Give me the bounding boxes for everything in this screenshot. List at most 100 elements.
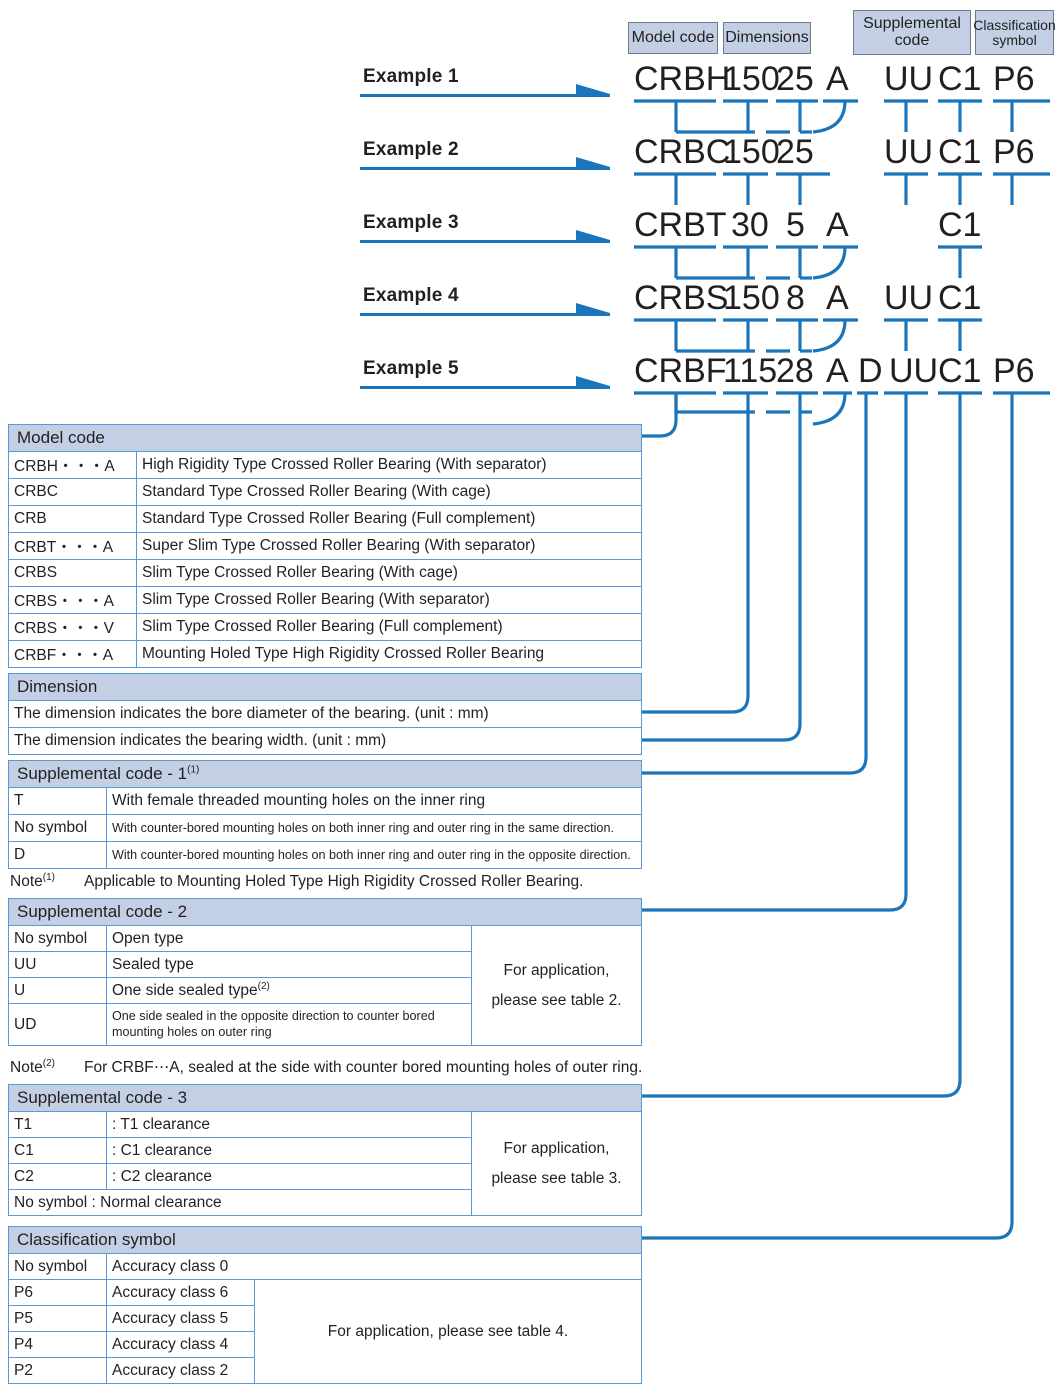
- model-desc-cell: Slim Type Crossed Roller Bearing (With c…: [136, 559, 642, 587]
- example-code-dim2-5: 28: [776, 352, 814, 390]
- model-code-cell: CRBS・・・A: [8, 586, 137, 614]
- sup1-desc-cell: With counter-bored mounting holes on bot…: [106, 841, 642, 869]
- example-arrow-head-1: [576, 84, 610, 94]
- model-code-cell: CRBH・・・A: [8, 451, 137, 479]
- sup3-side-note: For application, please see table 3.: [471, 1111, 642, 1216]
- sup2-desc-cell: Open type: [106, 925, 472, 952]
- example-code-sup3-3: C1: [938, 206, 982, 244]
- header-box-model-code: Model code: [628, 22, 718, 54]
- table-row: No symbol Open type For application, ple…: [8, 925, 642, 1046]
- note-text: For CRBF⋯A, sealed at the side with coun…: [84, 1059, 643, 1077]
- sup2-desc-cell: Sealed type: [106, 951, 472, 978]
- table-row: CRBF・・・A Mounting Holed Type High Rigidi…: [8, 640, 642, 668]
- table-title: Supplemental code - 3: [8, 1084, 642, 1112]
- model-code-cell: CRB: [8, 505, 137, 533]
- table-title: Classification symbol: [8, 1226, 642, 1254]
- example-code-model-5: CRBF: [634, 352, 727, 390]
- footnote-marker: (2): [257, 980, 270, 992]
- table-header-row: Classification symbol: [8, 1226, 642, 1254]
- example-code-sup3-1: C1: [938, 60, 982, 98]
- example-code-dim1-1: 150: [723, 60, 780, 98]
- example-code-sup1-4: A: [826, 279, 849, 317]
- cls-code-cell: P6: [8, 1279, 107, 1306]
- note-label-text: Note: [10, 1059, 43, 1077]
- example-code-dim1-4: 150: [723, 279, 780, 317]
- example-code-dim2-1: 25: [776, 60, 814, 98]
- model-desc-cell: Slim Type Crossed Roller Bearing (With s…: [136, 586, 642, 614]
- table-title: Supplemental code - 1(1): [8, 760, 642, 788]
- example-arrow-head-3: [576, 230, 610, 240]
- table-row: No symbol With counter-bored mounting ho…: [8, 814, 642, 842]
- header-label: Model code: [631, 28, 715, 46]
- sup2-code-cell: U: [8, 977, 107, 1004]
- sup3-code-desc-cell: No symbol : Normal clearance: [8, 1189, 472, 1216]
- example-arrow-line-1: [360, 94, 610, 97]
- table-row: T With female threaded mounting holes on…: [8, 787, 642, 815]
- example-code-model-4: CRBS: [634, 279, 729, 317]
- sup3-code-cell: T1: [8, 1111, 107, 1138]
- model-code-cell: CRBT・・・A: [8, 532, 137, 560]
- model-desc-cell: High Rigidity Type Crossed Roller Bearin…: [136, 451, 642, 479]
- side-note-line-1: For application,: [503, 962, 610, 980]
- table-title-text: Supplemental code - 1: [17, 764, 188, 783]
- sup3-desc-cell: : T1 clearance: [106, 1111, 472, 1138]
- cls-desc-cell: Accuracy class 5: [106, 1305, 255, 1332]
- sup3-desc-text: : Normal clearance: [91, 1193, 222, 1211]
- table-header-row: Supplemental code - 1(1): [8, 760, 642, 788]
- example-arrow-line-5: [360, 386, 610, 389]
- header-box-classification-symbol: Classification symbol: [973, 10, 1056, 55]
- model-code-cell: CRBS・・・V: [8, 613, 137, 641]
- part-number-designation-diagram: Model code Dimensions Supplemental code …: [0, 0, 1060, 1389]
- example-arrow-line-4: [360, 313, 610, 316]
- sup1-code-cell: No symbol: [8, 814, 107, 842]
- table-title: Model code: [8, 424, 642, 452]
- note-label: Note(1): [10, 872, 84, 891]
- table-title: Dimension: [8, 673, 642, 701]
- example-arrow-line-3: [360, 240, 610, 243]
- supplemental-code-1-table: Supplemental code - 1(1) T With female t…: [8, 760, 642, 869]
- cls-desc-cell: Accuracy class 2: [106, 1357, 255, 1384]
- sup2-desc-cell: One side sealed type(2): [106, 977, 472, 1004]
- table-row: CRBH・・・A High Rigidity Type Crossed Roll…: [8, 451, 642, 479]
- dimension-desc-cell: The dimension indicates the bearing widt…: [8, 727, 642, 755]
- model-code-cell: CRBS: [8, 559, 137, 587]
- model-desc-cell: Super Slim Type Crossed Roller Bearing (…: [136, 532, 642, 560]
- cls-code-cell: No symbol: [8, 1253, 107, 1280]
- header-box-supplemental-code: Supplemental code: [853, 10, 971, 55]
- sup1-code-cell: T: [8, 787, 107, 815]
- table-row: CRBC Standard Type Crossed Roller Bearin…: [8, 478, 642, 506]
- table-row: D With counter-bored mounting holes on b…: [8, 841, 642, 869]
- note-label-text: Note: [10, 873, 43, 891]
- example-code-sup2-1: UU: [884, 60, 934, 98]
- example-code-sup3-4: C1: [938, 279, 982, 317]
- example-label-3: Example 3: [363, 212, 459, 233]
- sup1-desc-cell: With counter-bored mounting holes on bot…: [106, 814, 642, 842]
- header-box-dimensions: Dimensions: [723, 22, 811, 54]
- classification-symbol-table: Classification symbol No symbol Accuracy…: [8, 1226, 642, 1384]
- footnote-marker: (2): [42, 1058, 55, 1069]
- example-code-dim1-5: 115: [723, 352, 778, 390]
- model-desc-cell: Standard Type Crossed Roller Bearing (Wi…: [136, 478, 642, 506]
- table-title: Supplemental code - 2: [8, 898, 642, 926]
- example-code-supD-5: D: [858, 352, 883, 390]
- example-label-1: Example 1: [363, 66, 459, 87]
- sup3-code-cell: C1: [8, 1137, 107, 1164]
- example-arrow-head-5: [576, 376, 610, 386]
- example-code-sup2-4: UU: [884, 279, 934, 317]
- example-code-cls-2: P6: [993, 133, 1035, 171]
- example-code-sup1-1: A: [826, 60, 849, 98]
- dimension-table: Dimension The dimension indicates the bo…: [8, 673, 642, 755]
- example-code-sup2-5: UU: [889, 352, 939, 390]
- note-2: Note(2) For CRBF⋯A, sealed at the side wi…: [10, 1058, 642, 1077]
- header-label: Supplemental code: [863, 14, 961, 49]
- example-code-model-1: CRBH: [634, 60, 731, 98]
- example-code-model-2: CRBC: [634, 133, 731, 171]
- cls-desc-cell: Accuracy class 0: [106, 1253, 642, 1280]
- cls-side-note: For application, please see table 4.: [254, 1279, 642, 1384]
- table-row: No symbol Accuracy class 0: [8, 1253, 642, 1280]
- sup3-code-text: No symbol: [14, 1193, 88, 1211]
- table-header-row: Dimension: [8, 673, 642, 701]
- example-code-sup1-5: A: [826, 352, 849, 390]
- cls-code-cell: P5: [8, 1305, 107, 1332]
- note-text: Applicable to Mounting Holed Type High R…: [84, 873, 584, 891]
